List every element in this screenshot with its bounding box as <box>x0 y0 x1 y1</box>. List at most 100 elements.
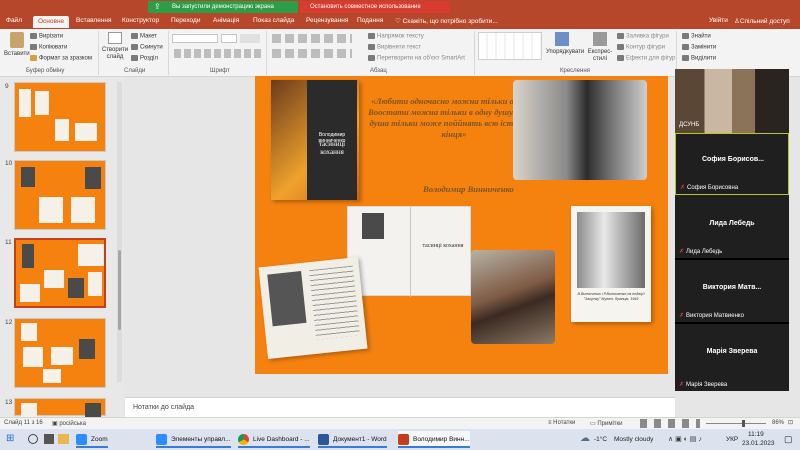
group-slides: Слайди <box>124 68 146 74</box>
thumbnails-scrollbar[interactable] <box>117 82 122 382</box>
search-icon <box>682 33 689 39</box>
slide-thumbnail-10[interactable] <box>14 160 106 230</box>
clock-time[interactable]: 11:19 <box>748 431 764 438</box>
taskbar-controls[interactable]: Элементы управл... <box>156 431 231 448</box>
tab-slideshow[interactable]: Показ слайда <box>253 17 294 24</box>
arrange-button[interactable]: Упорядкувати <box>546 32 584 66</box>
reset-label: Скинути <box>140 44 163 51</box>
zoom-app-icon <box>156 433 167 445</box>
layout-label: Макет <box>140 33 157 40</box>
taskbar-powerpoint[interactable]: Володимир Винн... <box>398 431 470 448</box>
shape-effects-button[interactable]: Ефекти для фігур <box>617 55 675 62</box>
taskbar-word[interactable]: Документ1 - Word <box>318 431 387 448</box>
participant-tile[interactable]: Марія Зверева ✗ Марія Зверева <box>675 326 789 391</box>
font-grow-shrink[interactable] <box>240 34 260 43</box>
new-slide-button[interactable]: Створити слайд <box>101 32 129 66</box>
tab-animations[interactable]: Анімація <box>213 17 239 24</box>
paste-button[interactable]: Вставити <box>4 32 30 64</box>
slide-thumbnail-11[interactable] <box>14 238 106 308</box>
tab-insert[interactable]: Вставлення <box>76 17 112 24</box>
weather-temp[interactable]: -1°C <box>594 436 607 443</box>
share-banner: ⇪ Вы запустили демонстрацию экрана <box>148 1 298 13</box>
participant-tile[interactable]: Виктория Матв... ✗ Виктория Матвиенко <box>675 262 789 324</box>
section-icon <box>131 55 138 61</box>
thumbnail-number: 13 <box>5 399 13 406</box>
select-button[interactable]: Виділити <box>682 55 716 62</box>
comments-toggle[interactable]: ▭ Примітки <box>590 420 623 427</box>
stop-share-button[interactable]: Остановить совместное использование <box>300 1 450 13</box>
cut-button[interactable]: Вирізати <box>30 33 63 40</box>
scrollbar-thumb[interactable] <box>118 250 121 330</box>
status-bar: Слайд 11 з 16 ▣ російська ≡ Нотатки ▭ Пр… <box>0 417 800 429</box>
slide-thumbnail-13[interactable] <box>14 398 106 417</box>
notification-icon[interactable]: ▢ <box>784 434 793 445</box>
weather-icon[interactable]: ☁ <box>580 433 590 444</box>
zoom-slider-thumb[interactable] <box>742 420 745 427</box>
font-name-input[interactable] <box>172 34 218 43</box>
clock-date[interactable]: 23.01.2023 <box>742 440 775 447</box>
slide-thumbnail-9[interactable] <box>14 82 106 152</box>
stop-share-text: Остановить совместное использование <box>310 4 421 10</box>
font-format-buttons[interactable] <box>174 49 262 58</box>
tab-transitions[interactable]: Переходи <box>171 17 200 24</box>
text-direction-button[interactable]: Напрямок тексту <box>368 33 424 40</box>
zoom-slider[interactable] <box>706 423 766 424</box>
tab-home[interactable]: Основне <box>33 16 70 28</box>
find-button[interactable]: Знайти <box>682 33 711 40</box>
weather-desc[interactable]: Mostly cloudy <box>614 436 653 443</box>
new-slide-icon <box>108 32 122 44</box>
shape-outline-label: Контур фігури <box>626 44 665 51</box>
group-drawing: Креслення <box>560 68 590 74</box>
shape-outline-button[interactable]: Контур фігури <box>617 44 665 51</box>
copy-button[interactable]: Копіювати <box>30 44 67 51</box>
tell-me-search[interactable]: ♡ Скажіть, що потрібно зробити... <box>395 17 498 25</box>
taskbar-chrome[interactable]: Live Dashboard - ... <box>238 431 310 448</box>
quick-styles-button[interactable]: Експрес-стилі <box>586 32 614 66</box>
participant-label: ДСУНБ <box>679 122 700 128</box>
notes-pane[interactable]: Нотатки до слайда <box>125 397 675 417</box>
participant-tile-video[interactable]: ДСУНБ <box>675 69 789 133</box>
search-icon[interactable] <box>28 434 38 444</box>
quote-author: Володимир Винниченко <box>423 184 514 194</box>
file-explorer-icon[interactable] <box>58 434 69 444</box>
taskbar-zoom[interactable]: Zoom <box>76 431 108 448</box>
participant-tile[interactable]: София Борисов... ✗ София Борисовна <box>675 133 789 195</box>
text-direction-icon <box>368 33 375 39</box>
notes-toggle[interactable]: ≡ Нотатки <box>548 420 575 426</box>
font-size-input[interactable] <box>221 34 237 43</box>
task-view-icon[interactable] <box>44 434 54 444</box>
zoom-level[interactable]: 86% <box>772 420 784 426</box>
share-icon: ⇪ <box>154 2 161 11</box>
language-indicator[interactable]: ▣ російська <box>52 420 86 427</box>
replace-button[interactable]: Замінити <box>682 44 716 51</box>
windows-start-icon[interactable]: ⊞ <box>6 433 14 444</box>
layout-button[interactable]: Макет <box>131 33 157 40</box>
section-button[interactable]: Розділ <box>131 55 158 62</box>
keyboard-language[interactable]: УКР <box>726 436 738 443</box>
word-icon <box>318 433 329 445</box>
shapes-gallery[interactable] <box>478 32 542 60</box>
slide-canvas[interactable]: Володимир винниченко тасиниці кохання «Л… <box>255 76 668 374</box>
shape-fill-button[interactable]: Заливка фігури <box>617 33 669 40</box>
align-text-button[interactable]: Вирівняти текст <box>368 44 421 51</box>
format-painter-button[interactable]: Формат за зразком <box>30 55 92 62</box>
participant-label-text: Лида Лебедь <box>686 249 723 255</box>
reset-button[interactable]: Скинути <box>131 44 163 51</box>
alignment-buttons[interactable] <box>272 49 352 58</box>
slide-thumbnail-12[interactable] <box>14 318 106 388</box>
view-buttons[interactable] <box>640 419 700 428</box>
tray-icons[interactable]: ∧ ▣ ◐ ▤ ♪ <box>668 435 702 443</box>
tab-review[interactable]: Рецензування <box>306 17 348 24</box>
replace-icon <box>682 44 689 50</box>
share-button[interactable]: ♙Спільний доступ <box>734 17 790 25</box>
tab-view[interactable]: Подання <box>357 17 383 24</box>
list-buttons[interactable] <box>272 34 352 43</box>
tab-design[interactable]: Конструктор <box>122 17 159 24</box>
participant-name: Марія Зверева <box>706 348 758 355</box>
smartart-button[interactable]: Перетворити на об'єкт SmartArt <box>368 55 465 62</box>
fit-slide-icon[interactable]: ⊡ <box>788 419 793 426</box>
signin-link[interactable]: Увійти <box>709 17 728 24</box>
participant-tile[interactable]: Лида Лебедь ✗ Лида Лебедь <box>675 198 789 260</box>
tab-file[interactable]: Файл <box>6 17 22 24</box>
open-book-title: тасинці кохання <box>422 243 464 249</box>
